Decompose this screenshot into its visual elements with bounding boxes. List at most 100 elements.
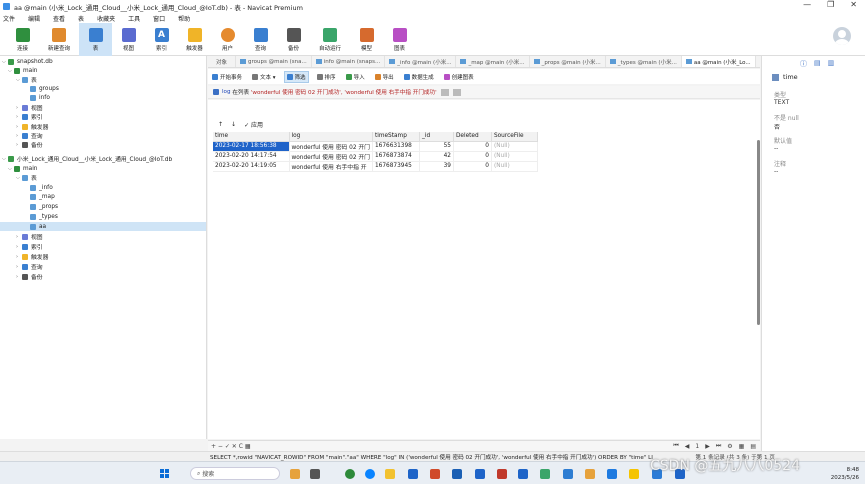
cell-deleted[interactable]: 0 bbox=[453, 141, 492, 152]
remove-condition-icon[interactable] bbox=[452, 88, 461, 96]
toolbar-automation-button[interactable]: 自动运行 bbox=[310, 23, 350, 56]
menu-view[interactable]: 查看 bbox=[53, 14, 65, 23]
menu-window[interactable]: 窗口 bbox=[153, 14, 165, 23]
toolbar-query-button[interactable]: 查询 bbox=[244, 23, 277, 56]
cell-id[interactable]: 42 bbox=[419, 151, 454, 162]
settings-gear-icon[interactable]: ⚙ bbox=[727, 443, 732, 450]
filter-field[interactable]: log bbox=[222, 89, 231, 95]
file-explorer-icon[interactable] bbox=[385, 469, 395, 479]
chrome-icon[interactable] bbox=[365, 469, 375, 479]
toolbar-connect-button[interactable]: 连接 bbox=[6, 23, 39, 56]
data-generation-button[interactable]: 数据生成 bbox=[402, 72, 436, 82]
word-icon[interactable] bbox=[408, 469, 418, 479]
tree-node-tables-2[interactable]: ⌵ 表 bbox=[16, 173, 37, 182]
app-icon[interactable] bbox=[585, 469, 595, 479]
form-view-icon[interactable]: ▤ bbox=[750, 443, 756, 450]
taskbar-search[interactable]: ⌕ 搜索 bbox=[190, 467, 280, 480]
menu-edit[interactable]: 编辑 bbox=[28, 14, 40, 23]
toolbar-model-button[interactable]: 模型 bbox=[350, 23, 383, 56]
tree-node-backups[interactable]: › 备份 bbox=[16, 140, 43, 149]
toolbar-view-button[interactable]: 视图 bbox=[112, 23, 145, 56]
toolbar-user-button[interactable]: 用户 bbox=[211, 23, 244, 56]
ddl-icon[interactable]: ▤ bbox=[814, 59, 821, 69]
tree-node-main[interactable]: ⌵ main bbox=[8, 66, 37, 75]
user-avatar[interactable] bbox=[833, 27, 851, 45]
column-header-sourcefile[interactable]: SourceFile bbox=[491, 132, 538, 142]
next-page-icon[interactable]: ▶ bbox=[705, 443, 710, 450]
widget-icon[interactable] bbox=[290, 469, 300, 479]
cell-timestamp[interactable]: 1676873945 bbox=[372, 161, 420, 172]
record-edit-controls[interactable]: + − ✓ ✕ C ▦ bbox=[211, 443, 251, 450]
tree-node-triggers[interactable]: › 触发器 bbox=[16, 122, 48, 131]
tab-_props[interactable]: _props @main (小米... bbox=[530, 56, 606, 67]
menu-table[interactable]: 表 bbox=[78, 14, 84, 23]
app-icon[interactable] bbox=[607, 469, 617, 479]
tree-node-iot-db[interactable]: ⌵ 小米_Lock_通用_Cloud__小米_Lock_通用_Cloud_@IoT… bbox=[2, 154, 172, 163]
column-header-id[interactable]: _id bbox=[419, 132, 454, 142]
tree-node-table-props[interactable]: _props bbox=[30, 202, 58, 211]
edge-browser-icon[interactable] bbox=[345, 469, 355, 479]
tab-_info[interactable]: _info @main (小米... bbox=[385, 56, 457, 67]
word-alt-icon[interactable] bbox=[518, 469, 528, 479]
maximize-button[interactable]: ❐ bbox=[827, 0, 834, 9]
tree-node-queries[interactable]: › 查询 bbox=[16, 131, 43, 140]
app-icon[interactable] bbox=[629, 469, 639, 479]
cell-timestamp[interactable]: 1676631398 bbox=[372, 141, 420, 152]
last-page-icon[interactable]: ⏭ bbox=[716, 442, 721, 450]
cell-sourcefile[interactable]: (Null) bbox=[491, 141, 538, 152]
cell-log[interactable]: wonderful 使用 密码 02 开门 bbox=[289, 151, 373, 162]
begin-transaction-button[interactable]: 开始事务 bbox=[210, 72, 244, 82]
cell-id[interactable]: 39 bbox=[419, 161, 454, 172]
info-icon[interactable]: ⓘ bbox=[800, 59, 807, 69]
minimize-button[interactable]: — bbox=[803, 0, 811, 9]
system-clock[interactable]: 8:48 2023/5/26 bbox=[831, 466, 859, 482]
close-button[interactable]: ✕ bbox=[850, 0, 857, 9]
tree-node-views[interactable]: › 视图 bbox=[16, 103, 43, 112]
tree-node-table-aa[interactable]: aa bbox=[0, 222, 206, 231]
filter-enable-checkbox[interactable] bbox=[213, 89, 219, 95]
tree-node-table-types[interactable]: _types bbox=[30, 212, 58, 221]
tree-node-table-info[interactable]: info bbox=[30, 93, 50, 102]
tree-node-indexes-2[interactable]: › 索引 bbox=[16, 242, 43, 251]
sort-button[interactable]: 排序 bbox=[315, 72, 338, 82]
sort-descending-button[interactable]: ↓ bbox=[231, 121, 236, 128]
cell-sourcefile[interactable]: (Null) bbox=[491, 161, 538, 172]
tab-objects[interactable]: 对象 bbox=[208, 56, 237, 67]
column-header-log[interactable]: log bbox=[289, 132, 373, 142]
menu-help[interactable]: 帮助 bbox=[178, 14, 190, 23]
tree-node-tables[interactable]: ⌵ 表 bbox=[16, 75, 37, 84]
filter-button[interactable]: 筛选 bbox=[283, 70, 309, 83]
cell-log[interactable]: wonderful 使用 密码 02 开门 bbox=[289, 141, 373, 152]
column-header-time[interactable]: time bbox=[213, 132, 290, 142]
toolbar-backup-button[interactable]: 备份 bbox=[277, 23, 310, 56]
export-button[interactable]: 导出 bbox=[373, 72, 396, 82]
cell-time[interactable]: 2023-02-17 18:56:38 bbox=[213, 141, 290, 152]
add-condition-icon[interactable] bbox=[440, 88, 449, 96]
toolbar-table-button[interactable]: 表 bbox=[79, 23, 112, 56]
tree-node-queries-2[interactable]: › 查询 bbox=[16, 262, 43, 271]
grid-view-icon[interactable]: ▦ bbox=[739, 443, 745, 450]
column-header-timestamp[interactable]: timeStamp bbox=[372, 132, 420, 142]
cell-deleted[interactable]: 0 bbox=[453, 161, 492, 172]
menu-tools[interactable]: 工具 bbox=[128, 14, 140, 23]
cell-timestamp[interactable]: 1676873874 bbox=[372, 151, 420, 162]
word-doc-icon[interactable] bbox=[475, 469, 485, 479]
toolbar-chart-button[interactable]: 图表 bbox=[383, 23, 416, 56]
filter-values[interactable]: 'wonderful 使用 密码 02 开门成功', 'wonderful 使用… bbox=[251, 88, 437, 96]
app-icon[interactable] bbox=[540, 469, 550, 479]
cell-log[interactable]: wonderful 使用 右手中指 开 bbox=[289, 161, 373, 172]
create-chart-button[interactable]: 创建图表 bbox=[442, 72, 476, 82]
apply-button[interactable]: ✓ 应用 bbox=[244, 120, 263, 129]
menu-file[interactable]: 文件 bbox=[3, 14, 15, 23]
tree-node-snapshot-db[interactable]: ⌵ snapshot.db bbox=[2, 57, 53, 66]
task-view-icon[interactable] bbox=[310, 469, 320, 479]
cell-id[interactable]: 55 bbox=[419, 141, 454, 152]
page-number[interactable]: 1 bbox=[695, 443, 699, 450]
cell-deleted[interactable]: 0 bbox=[453, 151, 492, 162]
filter-operator[interactable]: 在列表 bbox=[232, 88, 249, 96]
tree-node-main-2[interactable]: ⌵ main bbox=[8, 164, 37, 173]
cell-time[interactable]: 2023-02-20 14:17:54 bbox=[213, 151, 290, 162]
table-row[interactable]: 2023-02-20 14:17:54 wonderful 使用 密码 02 开… bbox=[213, 151, 538, 162]
tree-node-indexes[interactable]: › 索引 bbox=[16, 112, 43, 121]
tab-groups[interactable]: groups @main (sna... bbox=[236, 56, 312, 67]
